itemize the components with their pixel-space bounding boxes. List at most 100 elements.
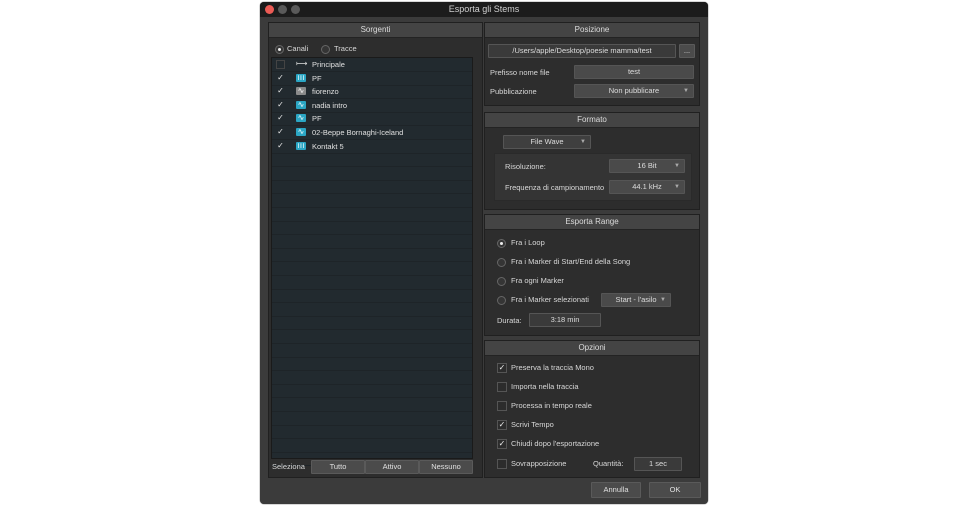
range-loop-radio[interactable] xyxy=(497,239,506,248)
range-each-marker-radio[interactable] xyxy=(497,277,506,286)
channels-radio[interactable] xyxy=(275,45,284,54)
audio-wave-icon: ∿ xyxy=(296,127,306,136)
source-list: ⟼ Principale ✓ ┃┃┃ PF ✓ ∿ fiorenzo ✓ ∿ nadia intro… xyxy=(271,57,473,467)
browse-button[interactable]: ... xyxy=(679,44,695,58)
import-label: Importa nella traccia xyxy=(511,382,579,391)
select-all-button[interactable]: Tutto xyxy=(311,460,365,474)
samplerate-value: 44.1 kHz xyxy=(632,182,662,191)
export-path-field[interactable]: /Users/apple/Desktop/poesie mamma/test xyxy=(488,44,676,58)
resolution-value: 16 Bit xyxy=(637,161,657,170)
quantity-input[interactable]: 1 sec xyxy=(634,457,682,471)
overlap-checkbox[interactable] xyxy=(497,459,507,469)
format-header: Formato xyxy=(485,113,699,128)
realtime-checkbox[interactable] xyxy=(497,401,507,411)
source-row[interactable]: ✓ ∿ 02-Beppe Bornaghi-Iceland xyxy=(272,126,472,140)
quantity-label: Quantità: xyxy=(593,459,624,468)
source-checkbox[interactable] xyxy=(276,60,285,69)
realtime-label: Processa in tempo reale xyxy=(511,401,592,410)
chevron-down-icon: ▼ xyxy=(674,184,680,190)
window-title: Esporta gli Stems xyxy=(448,4,520,14)
position-header: Posizione xyxy=(485,23,699,38)
resolution-label: Risoluzione: xyxy=(505,162,546,171)
close-window-button[interactable] xyxy=(265,5,274,14)
prefix-input[interactable]: test xyxy=(574,65,694,79)
sources-panel: Sorgenti Canali Tracce ⟼ Principale ✓ ┃┃┃ PF… xyxy=(268,22,483,478)
range-loop-label: Fra i Loop xyxy=(511,238,545,247)
empty-row xyxy=(272,330,472,344)
minimize-window-button[interactable] xyxy=(278,5,287,14)
empty-row xyxy=(272,167,472,181)
export-range-panel: Esporta Range Fra i Loop Fra i Marker di… xyxy=(484,214,700,336)
empty-row xyxy=(272,303,472,317)
piano-icon: ┃┃┃ xyxy=(296,141,306,150)
source-label: Kontakt 5 xyxy=(312,141,344,151)
file-type-dropdown[interactable]: File Wave ▼ xyxy=(503,135,591,149)
range-song-label: Fra i Marker di Start/End della Song xyxy=(511,257,631,266)
empty-row xyxy=(272,412,472,426)
select-active-button[interactable]: Attivo xyxy=(365,460,419,474)
empty-row xyxy=(272,439,472,453)
tempo-label: Scrivi Tempo xyxy=(511,420,554,429)
source-checkbox[interactable]: ✓ xyxy=(276,113,285,123)
sources-header: Sorgenti xyxy=(269,23,482,38)
options-header: Opzioni xyxy=(485,341,699,356)
empty-row xyxy=(272,425,472,440)
options-panel: Opzioni ✓ Preserva la traccia Mono Impor… xyxy=(484,340,700,478)
source-checkbox[interactable]: ✓ xyxy=(276,73,285,83)
publish-label: Pubblicazione xyxy=(490,87,537,96)
source-checkbox[interactable]: ✓ xyxy=(276,86,285,96)
source-row[interactable]: ✓ ┃┃┃ Kontakt 5 xyxy=(272,140,472,154)
mono-checkbox[interactable]: ✓ xyxy=(497,363,507,373)
zoom-window-button[interactable] xyxy=(291,5,300,14)
chevron-down-icon: ▼ xyxy=(580,139,586,145)
marker-dropdown[interactable]: Start - l'asilo ▼ xyxy=(601,293,671,307)
audio-wave-icon: ∿ xyxy=(296,99,306,109)
select-label: Seleziona xyxy=(272,462,305,471)
tracks-radio[interactable] xyxy=(321,45,330,54)
range-selected-markers-radio[interactable] xyxy=(497,296,506,305)
source-checkbox[interactable]: ✓ xyxy=(276,100,285,110)
empty-row xyxy=(272,248,472,263)
duration-value: 3:18 min xyxy=(529,313,601,327)
cancel-button[interactable]: Annulla xyxy=(591,482,641,498)
empty-row xyxy=(272,153,472,168)
empty-row xyxy=(272,194,472,208)
publish-dropdown[interactable]: Non pubblicare ▼ xyxy=(574,84,694,98)
resolution-dropdown[interactable]: 16 Bit ▼ xyxy=(609,159,685,173)
source-row[interactable]: ✓ ∿ fiorenzo xyxy=(272,85,472,100)
source-checkbox[interactable]: ✓ xyxy=(276,127,285,137)
duration-label: Durata: xyxy=(497,316,522,325)
source-label: nadia intro xyxy=(312,100,348,110)
empty-row xyxy=(272,344,472,358)
source-row[interactable]: ⟼ Principale xyxy=(272,58,472,72)
mono-label: Preserva la traccia Mono xyxy=(511,363,594,372)
tempo-checkbox[interactable]: ✓ xyxy=(497,420,507,430)
select-none-button[interactable]: Nessuno xyxy=(419,460,473,474)
range-selected-markers-label: Fra i Marker selezionati xyxy=(511,295,589,304)
range-song-radio[interactable] xyxy=(497,258,506,267)
source-label: PF xyxy=(312,114,322,124)
samplerate-label: Frequenza di campionamento xyxy=(505,183,605,192)
empty-row xyxy=(272,221,472,236)
import-checkbox[interactable] xyxy=(497,382,507,392)
samplerate-dropdown[interactable]: 44.1 kHz ▼ xyxy=(609,180,685,194)
source-label: 02-Beppe Bornaghi-Iceland xyxy=(312,128,404,137)
source-row[interactable]: ✓ ∿ nadia intro xyxy=(272,99,472,113)
channels-label: Canali xyxy=(287,44,309,53)
source-row[interactable]: ✓ ∿ PF xyxy=(272,112,472,127)
source-row[interactable]: ✓ ┃┃┃ PF xyxy=(272,72,472,86)
close-after-checkbox[interactable]: ✓ xyxy=(497,439,507,449)
empty-row xyxy=(272,371,472,385)
prefix-label: Prefisso nome file xyxy=(490,68,550,77)
overlap-label: Sovrapposizione xyxy=(511,459,567,468)
range-each-marker-label: Fra ogni Marker xyxy=(511,276,564,285)
source-checkbox[interactable]: ✓ xyxy=(276,141,285,151)
audio-wave-icon: ∿ xyxy=(296,113,306,123)
source-label: Principale xyxy=(312,60,345,69)
ok-button[interactable]: OK xyxy=(649,482,701,498)
empty-row xyxy=(272,357,472,372)
format-panel: Formato File Wave ▼ Risoluzione: 16 Bit … xyxy=(484,112,700,210)
publish-value: Non pubblicare xyxy=(608,86,660,95)
empty-row xyxy=(272,180,472,195)
empty-row xyxy=(272,398,472,412)
